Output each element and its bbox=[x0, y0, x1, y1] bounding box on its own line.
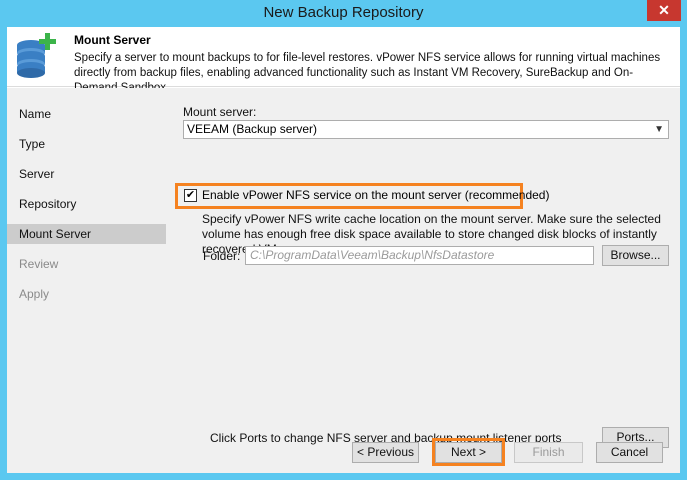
previous-button[interactable]: < Previous bbox=[352, 442, 419, 463]
nfs-checkbox-row: ✔ Enable vPower NFS service on the mount… bbox=[175, 183, 549, 209]
next-button[interactable]: Next > bbox=[435, 442, 502, 463]
nav-item-mount-server[interactable]: Mount Server bbox=[7, 224, 166, 244]
nav-item-repository[interactable]: Repository bbox=[7, 194, 166, 214]
mount-server-label: Mount server: bbox=[183, 105, 257, 119]
mount-server-select[interactable]: VEEAM (Backup server) ▼ bbox=[183, 120, 669, 139]
close-button[interactable]: ✕ bbox=[647, 0, 681, 21]
nav-item-type[interactable]: Type bbox=[7, 134, 166, 154]
cancel-button[interactable]: Cancel bbox=[596, 442, 663, 463]
chevron-down-icon: ▼ bbox=[654, 124, 664, 135]
nav-item-apply: Apply bbox=[19, 287, 50, 301]
title-bar: New Backup Repository ✕ bbox=[0, 0, 687, 27]
nav-item-review: Review bbox=[19, 257, 59, 271]
nfs-enable-label[interactable]: Enable vPower NFS service on the mount s… bbox=[202, 188, 549, 202]
mount-server-value: VEEAM (Backup server) bbox=[187, 122, 318, 136]
finish-button: Finish bbox=[514, 442, 583, 463]
wizard-window: Mount Server Specify a server to mount b… bbox=[7, 27, 680, 473]
nav-item-server[interactable]: Server bbox=[7, 164, 166, 184]
folder-label: Folder: bbox=[203, 249, 241, 263]
nav-item-name[interactable]: Name bbox=[7, 104, 166, 124]
wizard-content: Mount server: VEEAM (Backup server) ▼ ✔ … bbox=[166, 88, 680, 473]
database-add-icon bbox=[17, 33, 56, 78]
folder-input[interactable]: C:\ProgramData\Veeam\Backup\NfsDatastore bbox=[245, 246, 594, 265]
wizard-header: Mount Server Specify a server to mount b… bbox=[7, 27, 680, 94]
page-title: Mount Server bbox=[74, 33, 151, 47]
browse-button[interactable]: Browse... bbox=[602, 245, 669, 266]
nfs-enable-checkbox[interactable]: ✔ bbox=[184, 189, 197, 202]
wizard-steps-nav: Name Type Server Repository Mount Server… bbox=[7, 88, 166, 473]
window-title: New Backup Repository bbox=[263, 4, 424, 21]
